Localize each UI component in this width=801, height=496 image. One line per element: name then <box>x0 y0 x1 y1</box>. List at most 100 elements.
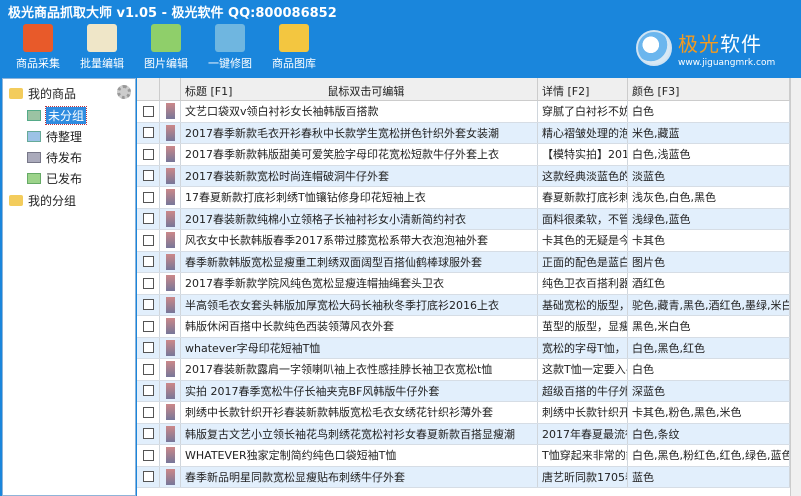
toolbar-button-0[interactable]: 商品采集 <box>6 24 70 76</box>
cell-color[interactable]: 蓝色 <box>628 466 790 487</box>
cell-color[interactable]: 白色,条纹 <box>628 423 790 444</box>
cell-title[interactable]: 半高领毛衣女套头韩版加厚宽松大码长袖秋冬季打底衫2016上衣 <box>181 294 538 315</box>
row-checkbox[interactable] <box>142 127 154 139</box>
table-row[interactable]: 2017春装新款露肩一字领喇叭袖上衣性感挂脖长袖卫衣宽松t恤 这款T恤一定要入手白… <box>137 359 790 381</box>
vertical-scrollbar[interactable] <box>790 78 801 496</box>
cell-detail[interactable]: 超级百搭的牛仔外 <box>538 380 628 401</box>
table-row[interactable]: whatever字母印花短袖T恤 宽松的字母T恤，当 白色,黑色,红色 <box>137 337 790 359</box>
cell-detail[interactable]: 茧型的版型，显瘦 <box>538 316 628 337</box>
cell-color[interactable]: 驼色,藏青,黑色,酒红色,墨绿,米白色 <box>628 294 790 315</box>
row-checkbox[interactable] <box>142 277 154 289</box>
cell-detail[interactable]: 精心褶皱处理的泡 <box>538 122 628 143</box>
cell-color[interactable]: 白色 <box>628 359 790 380</box>
cell-color[interactable]: 白色,黑色,红色 <box>628 337 790 358</box>
table-row[interactable]: 春季新款韩版宽松显瘦重工刺绣双面阔型百搭仙鹤棒球服外套 正面的配色是蓝白 图片色 <box>137 251 790 273</box>
table-row[interactable]: 半高领毛衣女套头韩版加厚宽松大码长袖秋冬季打底衫2016上衣 基础宽松的版型， 驼色… <box>137 294 790 316</box>
header-check[interactable] <box>137 78 160 100</box>
toolbar-button-2[interactable]: 图片编辑 <box>134 24 198 76</box>
cell-color[interactable]: 黑色,米白色 <box>628 316 790 337</box>
gear-icon[interactable] <box>117 85 131 99</box>
tree-item-to-publish[interactable]: 待发布 <box>27 148 82 166</box>
tree-item-ungrouped[interactable]: 未分组 <box>27 105 88 125</box>
table-row[interactable]: 春季新品明星同款宽松显瘦贴布刺绣牛仔外套 唐艺昕同款1705春 蓝色 <box>137 466 790 488</box>
cell-title[interactable]: 文艺口袋双v领白衬衫女长袖韩版百搭款 <box>181 101 538 122</box>
cell-detail[interactable]: 唐艺昕同款1705春 <box>538 466 628 487</box>
header-color[interactable]: 颜色 [F3] <box>628 78 790 100</box>
header-title[interactable]: 标题 [F1] 鼠标双击可编辑 <box>181 78 538 100</box>
table-row[interactable]: 刺绣中长款针织开衫春装新款韩版宽松毛衣女绣花针织衫薄外套 刺绣中长款针织开 卡其色,… <box>137 402 790 424</box>
cell-detail[interactable]: 正面的配色是蓝白 <box>538 251 628 272</box>
cell-detail[interactable]: 纯色卫衣百搭利器 <box>538 273 628 294</box>
table-row[interactable]: 文艺口袋双v领白衬衫女长袖韩版百搭款 穿腻了白衬衫不妨 白色 <box>137 101 790 123</box>
tree-item-to-organize[interactable]: 待整理 <box>27 127 82 145</box>
cell-detail[interactable]: 宽松的字母T恤，当 <box>538 337 628 358</box>
row-checkbox[interactable] <box>142 148 154 160</box>
row-checkbox[interactable] <box>142 428 154 440</box>
row-checkbox[interactable] <box>142 170 154 182</box>
row-checkbox[interactable] <box>142 299 154 311</box>
cell-color[interactable]: 白色,黑色,粉红色,红色,绿色,蓝色 <box>628 445 790 466</box>
cell-detail[interactable]: 2017年春夏最流行 <box>538 423 628 444</box>
row-checkbox[interactable] <box>142 342 154 354</box>
tree-root-my-products[interactable]: 我的商品 <box>9 84 76 102</box>
cell-color[interactable]: 淡蓝色 <box>628 165 790 186</box>
cell-title[interactable]: 韩版复古文艺小立领长袖花鸟刺绣花宽松衬衫女春夏新款百搭显瘦潮 <box>181 423 538 444</box>
cell-detail[interactable]: 刺绣中长款针织开 <box>538 402 628 423</box>
tree-item-published[interactable]: 已发布 <box>27 169 82 187</box>
table-row[interactable]: 实拍 2017春季宽松牛仔长袖夹克BF风韩版牛仔外套 超级百搭的牛仔外 深蓝色 <box>137 380 790 402</box>
cell-color[interactable]: 卡其色,粉色,黑色,米色 <box>628 402 790 423</box>
toolbar-button-1[interactable]: 批量编辑 <box>70 24 134 76</box>
cell-title[interactable]: 2017春季新款韩版甜美可爱笑脸字母印花宽松短款牛仔外套上衣 <box>181 144 538 165</box>
cell-title[interactable]: 韩版休闲百搭中长款纯色西装领薄风衣外套 <box>181 316 538 337</box>
cell-detail[interactable]: 穿腻了白衬衫不妨 <box>538 101 628 122</box>
table-row[interactable]: 风衣女中长款韩版春季2017系带过膝宽松系带大衣泡泡袖外套 卡其色的无疑是今 卡其色 <box>137 230 790 252</box>
cell-color[interactable]: 白色,浅蓝色 <box>628 144 790 165</box>
cell-title[interactable]: 实拍 2017春季宽松牛仔长袖夹克BF风韩版牛仔外套 <box>181 380 538 401</box>
cell-color[interactable]: 浅绿色,蓝色 <box>628 208 790 229</box>
cell-detail[interactable]: T恤穿起来非常的舒 <box>538 445 628 466</box>
cell-detail[interactable]: 【模特实拍】201 <box>538 144 628 165</box>
cell-title[interactable]: WHATEVER独家定制简约纯色口袋短袖T恤 <box>181 445 538 466</box>
table-row[interactable]: 2017春装新款宽松时尚连帽破洞牛仔外套 这款经典淡蓝色的 淡蓝色 <box>137 165 790 187</box>
cell-color[interactable]: 图片色 <box>628 251 790 272</box>
table-row[interactable]: 韩版休闲百搭中长款纯色西装领薄风衣外套 茧型的版型，显瘦 黑色,米白色 <box>137 316 790 338</box>
table-row[interactable]: 17春夏新款打底衫刺绣T恤镶钻修身印花短袖上衣 春夏新款打底衫刺 浅灰色,白色,黑色 <box>137 187 790 209</box>
table-row[interactable]: 2017春季新款学院风纯色宽松显瘦连帽抽绳套头卫衣 纯色卫衣百搭利器 酒红色 <box>137 273 790 295</box>
cell-color[interactable]: 酒红色 <box>628 273 790 294</box>
cell-title[interactable]: 刺绣中长款针织开衫春装新款韩版宽松毛衣女绣花针织衫薄外套 <box>181 402 538 423</box>
row-checkbox[interactable] <box>142 406 154 418</box>
cell-title[interactable]: 2017春装新款宽松时尚连帽破洞牛仔外套 <box>181 165 538 186</box>
row-checkbox[interactable] <box>142 213 154 225</box>
tree-root-my-groups[interactable]: 我的分组 <box>9 191 76 209</box>
toolbar-button-3[interactable]: 一键修图 <box>198 24 262 76</box>
row-checkbox[interactable] <box>142 363 154 375</box>
row-checkbox[interactable] <box>142 449 154 461</box>
cell-title[interactable]: 17春夏新款打底衫刺绣T恤镶钻修身印花短袖上衣 <box>181 187 538 208</box>
cell-title[interactable]: 2017春季新款学院风纯色宽松显瘦连帽抽绳套头卫衣 <box>181 273 538 294</box>
cell-color[interactable]: 浅灰色,白色,黑色 <box>628 187 790 208</box>
cell-detail[interactable]: 面料很柔软，不管 <box>538 208 628 229</box>
cell-title[interactable]: 春季新款韩版宽松显瘦重工刺绣双面阔型百搭仙鹤棒球服外套 <box>181 251 538 272</box>
cell-title[interactable]: 2017春装新款纯棉小立领格子长袖衬衫女小清新简约衬衣 <box>181 208 538 229</box>
row-checkbox[interactable] <box>142 320 154 332</box>
cell-title[interactable]: whatever字母印花短袖T恤 <box>181 337 538 358</box>
cell-detail[interactable]: 卡其色的无疑是今 <box>538 230 628 251</box>
table-row[interactable]: 2017春季新款毛衣开衫春秋中长款学生宽松拼色针织外套女装潮 精心褶皱处理的泡 米色… <box>137 122 790 144</box>
cell-title[interactable]: 2017春季新款毛衣开衫春秋中长款学生宽松拼色针织外套女装潮 <box>181 122 538 143</box>
cell-color[interactable]: 米色,藏蓝 <box>628 122 790 143</box>
row-checkbox[interactable] <box>142 471 154 483</box>
cell-detail[interactable]: 春夏新款打底衫刺 <box>538 187 628 208</box>
toolbar-button-4[interactable]: 商品图库 <box>262 24 326 76</box>
cell-color[interactable]: 卡其色 <box>628 230 790 251</box>
table-row[interactable]: 韩版复古文艺小立领长袖花鸟刺绣花宽松衬衫女春夏新款百搭显瘦潮 2017年春夏最流行… <box>137 423 790 445</box>
cell-color[interactable]: 白色 <box>628 101 790 122</box>
table-row[interactable]: WHATEVER独家定制简约纯色口袋短袖T恤 T恤穿起来非常的舒 白色,黑色,粉红色… <box>137 445 790 467</box>
row-checkbox[interactable] <box>142 385 154 397</box>
header-detail[interactable]: 详情 [F2] <box>538 78 628 100</box>
row-checkbox[interactable] <box>142 234 154 246</box>
cell-color[interactable]: 深蓝色 <box>628 380 790 401</box>
cell-detail[interactable]: 基础宽松的版型， <box>538 294 628 315</box>
row-checkbox[interactable] <box>142 105 154 117</box>
row-checkbox[interactable] <box>142 191 154 203</box>
cell-title[interactable]: 风衣女中长款韩版春季2017系带过膝宽松系带大衣泡泡袖外套 <box>181 230 538 251</box>
